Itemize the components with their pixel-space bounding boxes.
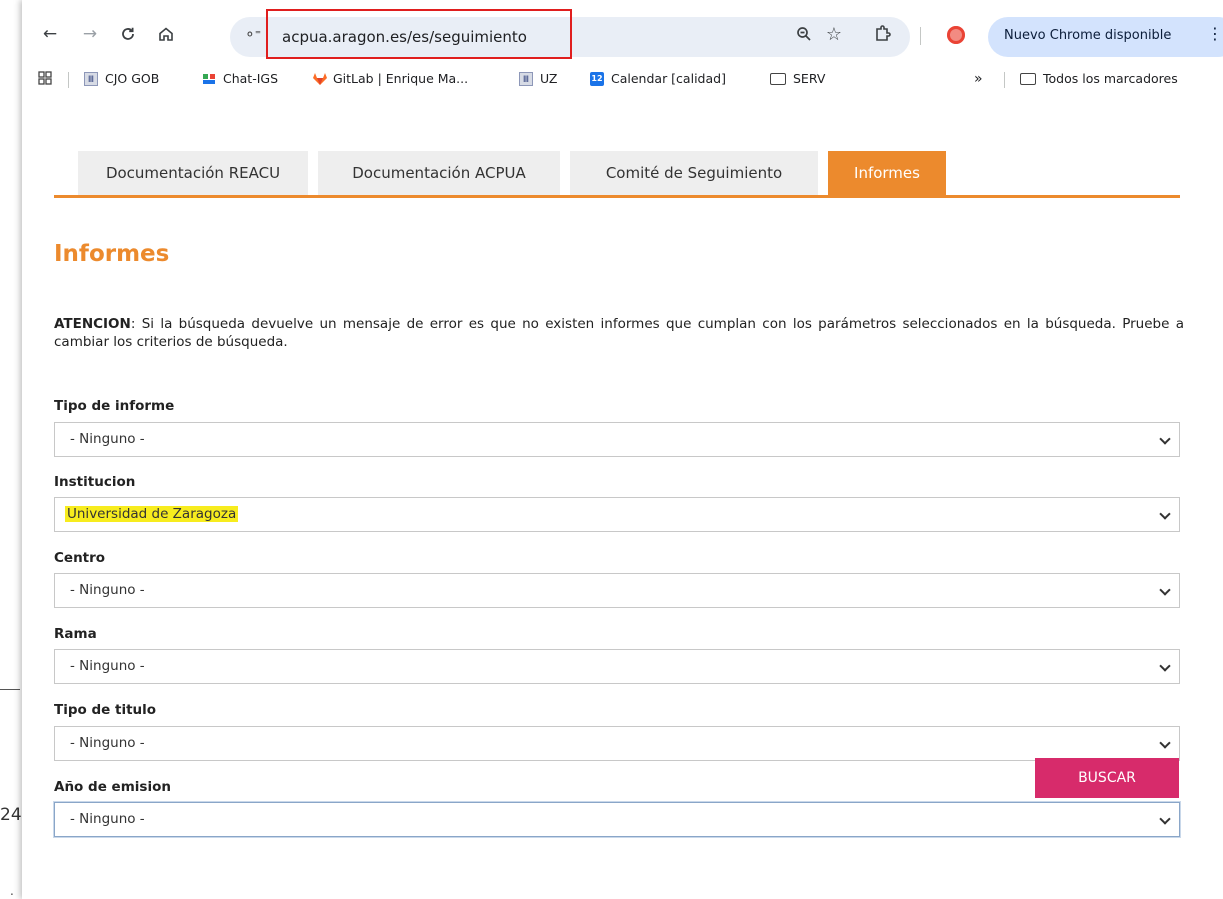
forward-icon[interactable]: → — [80, 24, 100, 44]
label-institucion: Institucion — [54, 474, 136, 490]
select-value: - Ninguno - — [70, 658, 145, 674]
bookmark-cjo-gob[interactable]: Ⅲ CJO GOB — [84, 71, 159, 86]
select-value: - Ninguno - — [70, 811, 145, 827]
tab-informes[interactable]: Informes — [828, 151, 946, 195]
chevron-down-icon — [1159, 584, 1171, 596]
select-centro[interactable]: - Ninguno - — [54, 573, 1180, 608]
select-value: - Ninguno - — [70, 431, 145, 447]
url-text[interactable]: acpua.aragon.es/es/seguimiento — [282, 28, 527, 46]
extensions-icon[interactable] — [874, 24, 892, 47]
tab-documentacion-acpua[interactable]: Documentación ACPUA — [318, 151, 560, 195]
background-text-dot: . — [10, 884, 14, 898]
bookmark-uz[interactable]: Ⅲ UZ — [519, 71, 558, 86]
home-icon[interactable] — [156, 24, 176, 44]
browser-toolbar: ← → ⚬⁼ acpua.aragon.es/es/seguimiento ☆ … — [22, 0, 1223, 62]
zoom-icon[interactable] — [796, 26, 812, 47]
site-settings-icon[interactable]: ⚬⁼ — [244, 27, 262, 43]
government-icon: Ⅲ — [84, 71, 98, 86]
menu-dots-icon[interactable]: ⋮ — [1207, 24, 1223, 43]
bookmarks-separator — [1004, 72, 1005, 88]
select-institucion[interactable]: Universidad de Zaragoza — [54, 497, 1180, 532]
profile-avatar[interactable] — [947, 26, 965, 44]
label-rama: Rama — [54, 626, 97, 642]
tab-comite-seguimiento[interactable]: Comité de Seguimiento — [570, 151, 818, 195]
government-icon: Ⅲ — [519, 71, 533, 86]
bookmarks-bar: Ⅲ CJO GOB Chat-IGS GitLab | Enrique Ma..… — [22, 62, 1223, 96]
bookmark-label: CJO GOB — [105, 71, 160, 86]
select-tipo-informe[interactable]: - Ninguno - — [54, 422, 1180, 457]
label-anio-emision: Año de emision — [54, 779, 171, 795]
bookmark-serv[interactable]: SERV — [770, 71, 825, 86]
bookmark-calendar[interactable]: 12 Calendar [calidad] — [590, 71, 726, 86]
bookmark-label: SERV — [793, 71, 826, 86]
notice-body: : Si la búsqueda devuelve un mensaje de … — [54, 316, 1184, 350]
label-centro: Centro — [54, 550, 106, 566]
reload-icon[interactable] — [118, 24, 138, 44]
notice-text: ATENCION: Si la búsqueda devuelve un men… — [54, 315, 1184, 351]
notice-bold: ATENCION — [54, 316, 131, 332]
chevron-down-icon — [1159, 737, 1171, 749]
gitlab-icon — [312, 72, 327, 86]
folder-icon — [770, 72, 786, 85]
bookmark-label: GitLab | Enrique Ma... — [333, 71, 469, 86]
select-rama[interactable]: - Ninguno - — [54, 649, 1180, 684]
bookmarks-separator — [68, 72, 69, 88]
select-value-highlighted: Universidad de Zaragoza — [65, 506, 239, 522]
bookmark-label: UZ — [540, 71, 558, 86]
all-bookmarks-label: Todos los marcadores — [1043, 71, 1178, 86]
bookmark-chat-igs[interactable]: Chat-IGS — [202, 71, 278, 86]
bookmarks-overflow-button[interactable]: » — [974, 71, 983, 87]
bookmark-gitlab[interactable]: GitLab | Enrique Ma... — [312, 71, 468, 86]
select-value: - Ninguno - — [70, 582, 145, 598]
folder-icon — [1020, 72, 1036, 85]
section-tabs: Documentación REACU Documentación ACPUA … — [54, 151, 1180, 198]
background-text: 24 — [0, 805, 22, 825]
select-anio-emision[interactable]: - Ninguno - — [54, 802, 1180, 837]
bookmark-label: Calendar [calidad] — [611, 71, 726, 86]
chevron-down-icon — [1159, 433, 1171, 445]
bookmark-label: Chat-IGS — [223, 71, 279, 86]
all-bookmarks-folder[interactable]: Todos los marcadores — [1020, 71, 1178, 86]
url-highlight-box: acpua.aragon.es/es/seguimiento — [266, 9, 572, 59]
divider-line — [0, 689, 20, 690]
calendar-icon: 12 — [590, 71, 604, 86]
buscar-button[interactable]: BUSCAR — [1035, 758, 1179, 798]
page-title: Informes — [54, 241, 170, 267]
chat-icon — [202, 72, 216, 86]
chevron-down-icon — [1159, 813, 1171, 825]
tab-documentacion-reacu[interactable]: Documentación REACU — [78, 151, 308, 195]
update-label: Nuevo Chrome disponible — [1004, 28, 1172, 43]
label-tipo-informe: Tipo de informe — [54, 398, 175, 414]
chevron-down-icon — [1159, 660, 1171, 672]
toolbar-separator — [920, 27, 921, 45]
overflow-label: » — [974, 71, 983, 87]
chevron-down-icon — [1159, 508, 1171, 520]
label-tipo-titulo: Tipo de titulo — [54, 702, 157, 718]
chrome-update-button[interactable]: Nuevo Chrome disponible — [988, 17, 1223, 57]
background-window-fragment: 24 . — [0, 0, 22, 899]
select-value: - Ninguno - — [70, 735, 145, 751]
address-bar[interactable]: ⚬⁼ acpua.aragon.es/es/seguimiento ☆ — [230, 9, 910, 59]
select-tipo-titulo[interactable]: - Ninguno - — [54, 726, 1180, 761]
browser-window: ← → ⚬⁼ acpua.aragon.es/es/seguimiento ☆ … — [22, 0, 1223, 899]
bookmark-star-icon[interactable]: ☆ — [826, 24, 842, 45]
back-icon[interactable]: ← — [40, 24, 60, 44]
apps-grid-icon[interactable] — [38, 71, 52, 85]
